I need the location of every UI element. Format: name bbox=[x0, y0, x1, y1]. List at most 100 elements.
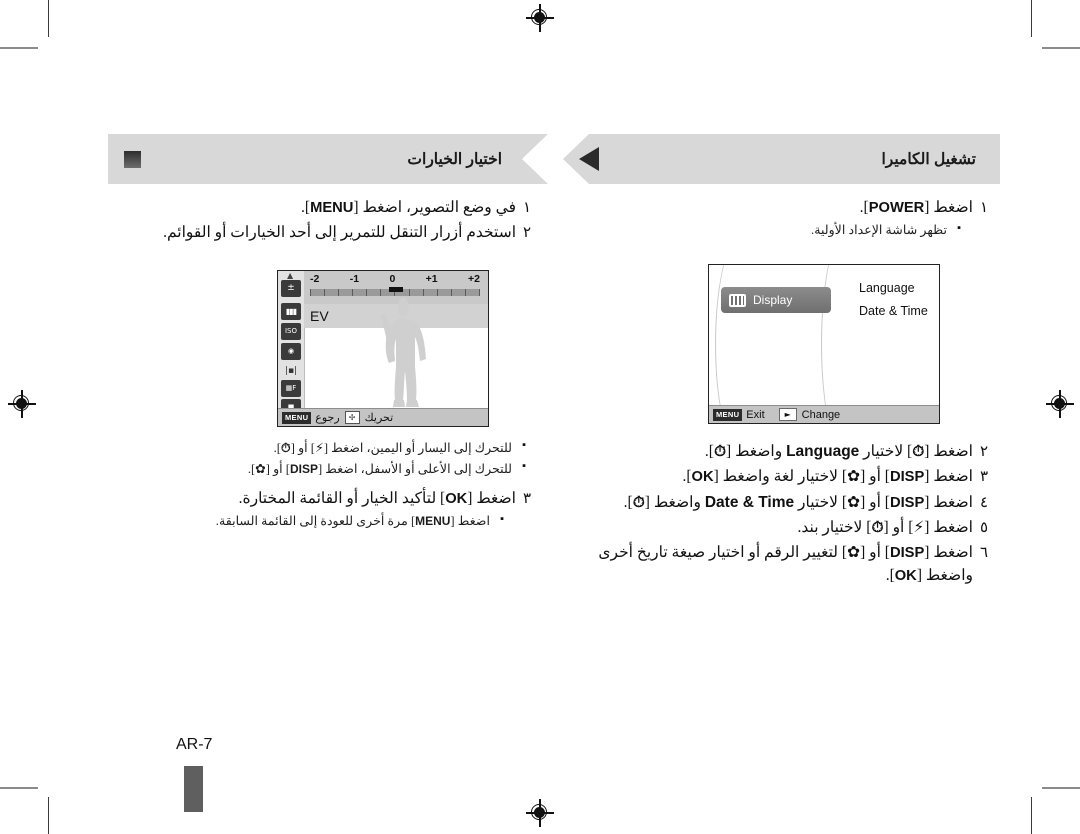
ok-key-label: OK bbox=[691, 469, 714, 486]
flash-icon: ⚡ bbox=[913, 517, 925, 536]
timer-icon: ⏱ bbox=[632, 492, 645, 511]
step-text: في وضع التصوير، اضغط [MENU]. bbox=[118, 196, 516, 219]
menu-tab-display[interactable]: Display bbox=[721, 287, 831, 313]
square-marker-icon bbox=[124, 151, 141, 168]
date-time-option-label: Date & Time bbox=[704, 493, 795, 511]
crop-mark-bottom-right bbox=[1031, 797, 1032, 834]
crop-mark-left-bottom bbox=[0, 787, 38, 789]
menu-button-chip[interactable]: MENU bbox=[282, 411, 312, 424]
right-arrow-icon[interactable]: ► bbox=[778, 408, 797, 421]
menu-item-date-time[interactable]: Date & Time bbox=[859, 304, 928, 318]
right-step-2: ٢ اضغط [⏱] لاختيار Language واضغط [⏱]. bbox=[575, 440, 995, 463]
section-banner-options: اختيار الخيارات bbox=[108, 134, 548, 184]
timer-icon: ⏱ bbox=[871, 517, 884, 536]
flash-icon: ⚡ bbox=[315, 440, 324, 455]
list-item: للتحرك إلى الأعلى أو الأسفل، اضغط [DISP]… bbox=[118, 458, 526, 480]
dpad-icon[interactable]: ✢ bbox=[344, 411, 360, 424]
step-number: ٥ bbox=[979, 519, 989, 536]
step-number: ١ bbox=[979, 200, 989, 216]
list-item: اضغط [MENU] مرة أخرى للعودة إلى القائمة … bbox=[118, 511, 504, 532]
exit-label: Exit bbox=[746, 408, 765, 421]
crop-mark-right-bottom bbox=[1042, 787, 1080, 789]
menu-item-language[interactable]: Language bbox=[859, 281, 928, 295]
subject-silhouette bbox=[381, 297, 426, 407]
menu-item-list: Language Date & Time bbox=[859, 281, 928, 327]
step-number: ٢ bbox=[522, 225, 532, 242]
step-number: ٦ bbox=[979, 545, 989, 561]
left-column-lower: للتحرك إلى اليسار أو اليمين، اضغط [⚡] أو… bbox=[118, 437, 538, 540]
ev-scale-labels: -2 -1 0 +1 +2 bbox=[310, 273, 480, 285]
crop-mark-left-top bbox=[0, 47, 38, 49]
left-step-3: ٣ اضغط [OK] لتأكيد الخيار أو القائمة الم… bbox=[118, 487, 538, 510]
left-step-2: ٢ استخدم أزرار التنقل للتمرير إلى أحد ال… bbox=[118, 221, 538, 244]
menu-button-chip[interactable]: MENU bbox=[713, 408, 743, 421]
right-step-1: ١ اضغط [POWER]. bbox=[575, 196, 995, 219]
step-text: اضغط [DISP] أو [✿] لاختيار Date & Time و… bbox=[575, 491, 973, 514]
white-balance-icon[interactable]: ▮▮▮ bbox=[281, 303, 301, 320]
list-item: تظهر شاشة الإعداد الأولية. bbox=[575, 220, 961, 241]
left-step3-bullets: اضغط [MENU] مرة أخرى للعودة إلى القائمة … bbox=[118, 511, 538, 532]
registration-mark-left bbox=[8, 390, 36, 418]
crop-mark-bottom-left bbox=[48, 797, 49, 834]
face-detect-off-icon[interactable]: ◉ bbox=[281, 343, 301, 360]
ev-tick-label: 0 bbox=[389, 273, 396, 285]
timer-icon: ⏱ bbox=[713, 442, 727, 460]
menu-tab-label: Display bbox=[753, 293, 793, 307]
crop-mark-top-right bbox=[1031, 0, 1032, 37]
right-step-6: ٦ اضغط [DISP] أو [✿] لتغيير الرقم أو اخت… bbox=[575, 541, 995, 588]
step-number: ٣ bbox=[979, 469, 989, 486]
ok-key-label: OK bbox=[445, 491, 468, 508]
step-number: ٢ bbox=[979, 444, 989, 460]
menu-key-label: MENU bbox=[415, 514, 451, 529]
footer-color-bar bbox=[184, 766, 203, 812]
ok-key-label: OK bbox=[894, 568, 917, 585]
step-number: ٣ bbox=[522, 491, 532, 508]
iso-icon[interactable]: ISO bbox=[281, 323, 301, 340]
section-title-power-on: تشغيل الكاميرا bbox=[881, 150, 977, 168]
exposure-compensation-icon[interactable]: ± bbox=[281, 280, 301, 297]
timer-icon: ⏱ bbox=[912, 442, 925, 460]
disp-key-label: DISP bbox=[889, 494, 925, 511]
step-text: اضغط [OK] لتأكيد الخيار أو القائمة المخت… bbox=[118, 487, 516, 510]
power-key-label: POWER bbox=[868, 200, 925, 216]
disp-key-label: DISP bbox=[889, 545, 925, 561]
right-step1-bullets: تظهر شاشة الإعداد الأولية. bbox=[575, 220, 995, 241]
ev-screen-bottom-bar: MENU رجوع ✢ تحريك bbox=[278, 408, 488, 426]
section-banner-power-on: تشغيل الكاميرا bbox=[563, 134, 1000, 184]
initial-setup-screen: Display Language Date & Time MENU Exit ►… bbox=[708, 264, 940, 424]
display-icon bbox=[729, 293, 746, 307]
disp-key-label: DISP bbox=[889, 469, 925, 486]
step-text: اضغط [⏱] لاختيار Language واضغط [⏱]. bbox=[575, 440, 973, 463]
right-column-lower: ٢ اضغط [⏱] لاختيار Language واضغط [⏱]. ٣… bbox=[575, 440, 995, 590]
ev-tick-label: -1 bbox=[349, 273, 360, 285]
macro-icon: ✿ bbox=[847, 543, 861, 561]
step-number: ١ bbox=[522, 200, 532, 216]
registration-mark-bottom bbox=[526, 799, 554, 827]
disp-key-label: DISP bbox=[290, 461, 318, 476]
macro-icon: ✿ bbox=[847, 492, 861, 511]
ev-adjust-screen: ▲ ± ▮▮▮ ISO ◉ |▪| ▦F ■ ▼ -2 -1 0 +1 +2 bbox=[277, 270, 489, 427]
right-step-3: ٣ اضغط [DISP] أو [✿] لاختيار لغة واضغط [… bbox=[575, 465, 995, 488]
setup-screen-bottom-bar: MENU Exit ► Change bbox=[709, 405, 939, 423]
change-label: Change bbox=[801, 408, 841, 421]
right-column: ١ اضغط [POWER]. تظهر شاشة الإعداد الأولي… bbox=[575, 196, 995, 249]
left-column: ١ في وضع التصوير، اضغط [MENU]. ٢ استخدم … bbox=[118, 196, 538, 255]
ev-icon-column: ▲ ± ▮▮▮ ISO ◉ |▪| ▦F ■ ▼ bbox=[278, 271, 305, 426]
image-quality-f-icon[interactable]: ▦F bbox=[281, 380, 301, 397]
menu-key-label: MENU bbox=[310, 200, 354, 216]
registration-mark-right bbox=[1046, 390, 1074, 418]
macro-icon: ✿ bbox=[255, 460, 266, 476]
right-step-4: ٤ اضغط [DISP] أو [✿] لاختيار Date & Time… bbox=[575, 491, 995, 514]
macro-icon: ✿ bbox=[847, 467, 861, 486]
section-title-options: اختيار الخيارات bbox=[407, 150, 502, 168]
move-label: تحريك bbox=[364, 412, 394, 424]
ev-tick-label: +2 bbox=[468, 273, 480, 285]
back-label: رجوع bbox=[315, 412, 340, 424]
ev-current-value-marker[interactable] bbox=[389, 287, 403, 292]
step-text: اضغط [⚡] أو [⏱] لاختيار بند. bbox=[575, 516, 973, 539]
step-text: اضغط [DISP] أو [✿] لتغيير الرقم أو اختيا… bbox=[575, 541, 973, 588]
list-item: للتحرك إلى اليسار أو اليمين، اضغط [⚡] أو… bbox=[118, 437, 526, 459]
focus-area-icon[interactable]: |▪| bbox=[281, 363, 301, 380]
registration-mark-top bbox=[526, 4, 554, 32]
ev-tick-label: -2 bbox=[310, 273, 320, 285]
